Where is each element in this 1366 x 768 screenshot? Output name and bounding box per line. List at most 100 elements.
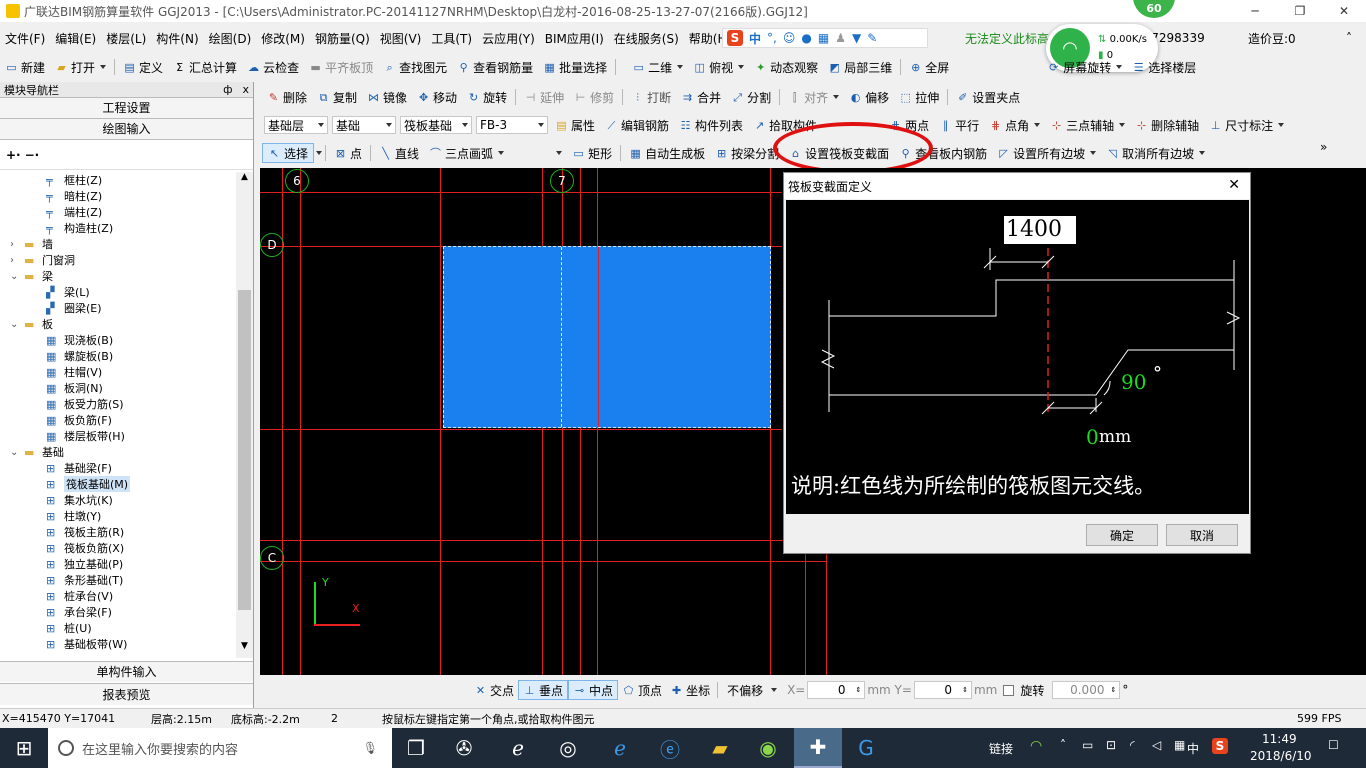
menu-item[interactable]: 视图(V) xyxy=(375,27,427,49)
point-angle-button[interactable]: ⋕ 点角 xyxy=(984,114,1045,136)
stretch-button[interactable]: ⬚ 拉伸 xyxy=(894,86,944,108)
price-beans[interactable]: 造价豆:0 xyxy=(1248,30,1296,47)
tree-item[interactable]: ⊞ 桩(U) xyxy=(0,620,92,636)
dialog-ok-button[interactable]: 确定 xyxy=(1086,524,1158,546)
tree-item[interactable]: ╤ 构造柱(Z) xyxy=(0,220,113,236)
file-explorer-icon[interactable]: ▰ xyxy=(696,728,744,768)
snap-coord[interactable]: ✚ 坐标 xyxy=(666,680,714,700)
tree-group[interactable]: › ▬ 门窗洞 xyxy=(0,252,75,268)
tree-item[interactable]: ▞ 梁(L) xyxy=(0,284,90,300)
rotate-input[interactable]: 0.000 ⇕ xyxy=(1052,681,1121,699)
toolbar-overflow-icon[interactable]: » xyxy=(1320,140,1327,154)
layer-select[interactable]: 基础层 xyxy=(264,116,328,134)
tray-battery-icon[interactable]: ▭ xyxy=(1082,738,1093,752)
find-button[interactable]: ⌕ 查找图元 xyxy=(378,56,452,78)
clock-date[interactable]: 2018/6/10 xyxy=(1250,749,1312,763)
mic-icon[interactable]: ● xyxy=(801,31,811,45)
properties-button[interactable]: ▤ 属性 xyxy=(550,114,600,136)
tree-item[interactable]: ⊞ 筏板基础(M) xyxy=(0,476,131,492)
trim-button[interactable]: ⊢ 修剪 xyxy=(569,86,619,108)
expander-icon[interactable]: › xyxy=(10,239,24,250)
arc-button[interactable]: ⌒ 三点画弧 xyxy=(424,142,509,164)
select-floor-button[interactable]: ☰ 选择楼层 xyxy=(1127,56,1201,78)
menu-item[interactable]: 在线服务(S) xyxy=(609,27,684,49)
report-preview-tab[interactable]: 报表预览 xyxy=(0,683,253,705)
define-button[interactable]: ▤ 定义 xyxy=(118,56,168,78)
tree-item[interactable]: ▦ 螺旋板(B) xyxy=(0,348,113,364)
task-view-icon[interactable]: ❐ xyxy=(392,728,440,768)
ime-punct[interactable]: °, xyxy=(767,31,777,45)
fullscreen-button[interactable]: ⊕ 全屏 xyxy=(904,56,954,78)
menu-item[interactable]: 构件(N) xyxy=(151,27,203,49)
tree-group[interactable]: › ▬ 墙 xyxy=(0,236,53,252)
height-value[interactable]: 0 xyxy=(1086,425,1099,449)
rect-button[interactable]: ▭ 矩形 xyxy=(567,142,617,164)
auto-generate-button[interactable]: ▦ 自动生成板 xyxy=(624,142,710,164)
offset-button[interactable]: ◐ 偏移 xyxy=(844,86,894,108)
keyboard-icon[interactable]: ▦ xyxy=(818,31,829,45)
tree-group[interactable]: ⌄ ▬ 梁 xyxy=(0,268,53,284)
shirt-icon[interactable]: ▼ xyxy=(852,31,861,45)
view-rebar-button[interactable]: ⚲ 查看钢筋量 xyxy=(452,56,538,78)
project-settings-tab[interactable]: 工程设置 xyxy=(0,98,253,119)
cloud-check-button[interactable]: ☁ 云检查 xyxy=(242,56,304,78)
angle-value[interactable]: 90 xyxy=(1121,370,1146,394)
batch-select-button[interactable]: ▦ 批量选择 xyxy=(538,56,612,78)
split-button[interactable]: ⤢ 分割 xyxy=(726,86,776,108)
green-app-icon[interactable]: ◉ xyxy=(744,728,792,768)
pin-icon[interactable]: ф xyxy=(223,83,232,96)
menu-item[interactable]: 文件(F) xyxy=(0,27,50,49)
single-component-tab[interactable]: 单构件输入 xyxy=(0,661,253,682)
local-3d-button[interactable]: ◩ 局部三维 xyxy=(823,56,897,78)
tree-item[interactable]: ⊞ 基础板带(W) xyxy=(0,636,127,652)
ribbon-collapse-icon[interactable]: ˄ xyxy=(1346,31,1352,45)
merge-button[interactable]: ⇉ 合并 xyxy=(676,86,726,108)
delete-axis-button[interactable]: ⊹ 删除辅轴 xyxy=(1130,114,1204,136)
menu-item[interactable]: 云应用(Y) xyxy=(477,27,540,49)
close-button[interactable]: ✕ xyxy=(1322,4,1366,18)
tree-item[interactable]: ⊞ 独立基础(P) xyxy=(0,556,123,572)
scroll-down-icon[interactable]: ▼ xyxy=(236,641,253,658)
dimension-dropdown[interactable]: ▭ 二维 xyxy=(627,56,688,78)
tray-signal-icon[interactable]: ◜ xyxy=(1130,738,1135,752)
tray-sogou-icon[interactable]: S xyxy=(1212,738,1228,754)
tree-item[interactable]: ⊞ 桩承台(V) xyxy=(0,588,113,604)
link-label[interactable]: 链接 xyxy=(989,740,1013,757)
component-list-button[interactable]: ☷ 构件列表 xyxy=(674,114,748,136)
windows-start-icon[interactable]: ⊞ xyxy=(0,728,48,768)
raft-slab[interactable] xyxy=(443,246,771,428)
menu-item[interactable]: 钢筋量(Q) xyxy=(310,27,375,49)
sum-button[interactable]: Σ 汇总计算 xyxy=(168,56,242,78)
ie-blue-icon[interactable]: ⓔ xyxy=(646,728,694,768)
minimize-button[interactable]: ─ xyxy=(1232,4,1278,18)
maximize-button[interactable]: ❐ xyxy=(1278,4,1322,18)
point-button[interactable]: ⊠ 点 xyxy=(329,142,367,164)
tree-item[interactable]: ⊞ 集水坑(K) xyxy=(0,492,113,508)
ime-toolbar[interactable]: S 中 °, ☺ ● ▦ ♟ ▼ ✎ xyxy=(722,28,928,48)
tree-item[interactable]: ⊞ 条形基础(T) xyxy=(0,572,123,588)
voice-mic-icon[interactable]: 🎙 xyxy=(363,741,378,755)
tree-item[interactable]: ▞ 圈梁(E) xyxy=(0,300,102,316)
edge-icon[interactable]: ℯ xyxy=(596,728,644,768)
set-grip-button[interactable]: ✐ 设置夹点 xyxy=(951,86,1025,108)
tree-item[interactable]: ╤ 暗柱(Z) xyxy=(0,188,102,204)
user-icon[interactable]: ♟ xyxy=(835,31,846,45)
mirror-button[interactable]: ⋈ 镜像 xyxy=(362,86,412,108)
tray-ime[interactable]: 中 xyxy=(1187,740,1199,757)
rotate-checkbox[interactable] xyxy=(1003,684,1015,696)
dialog-close-icon[interactable]: ✕ xyxy=(1228,177,1240,193)
snap-vertex[interactable]: ⬠ 顶点 xyxy=(618,680,666,700)
tray-keyboard-icon[interactable]: ▦ xyxy=(1174,738,1185,752)
snap-midpoint[interactable]: ⊸ 中点 xyxy=(568,680,619,700)
offset-mode-select[interactable]: 不偏移 xyxy=(723,681,782,699)
collapse-all-icon[interactable]: −· xyxy=(25,148,40,162)
flat-top-button[interactable]: ▬ 平齐板顶 xyxy=(304,56,378,78)
expander-icon[interactable]: › xyxy=(10,255,24,266)
tree-item[interactable]: ▦ 板负筋(F) xyxy=(0,412,112,428)
line-button[interactable]: ╲ 直线 xyxy=(374,142,424,164)
nav-close-icon[interactable]: x xyxy=(242,83,249,96)
tree-item[interactable]: ⊞ 筏板主筋(R) xyxy=(0,524,124,540)
fan-app-icon[interactable]: ✇ xyxy=(440,728,488,768)
select-dropdown-icon[interactable] xyxy=(316,151,323,155)
tree-item[interactable]: ⊞ 柱墩(Y) xyxy=(0,508,101,524)
